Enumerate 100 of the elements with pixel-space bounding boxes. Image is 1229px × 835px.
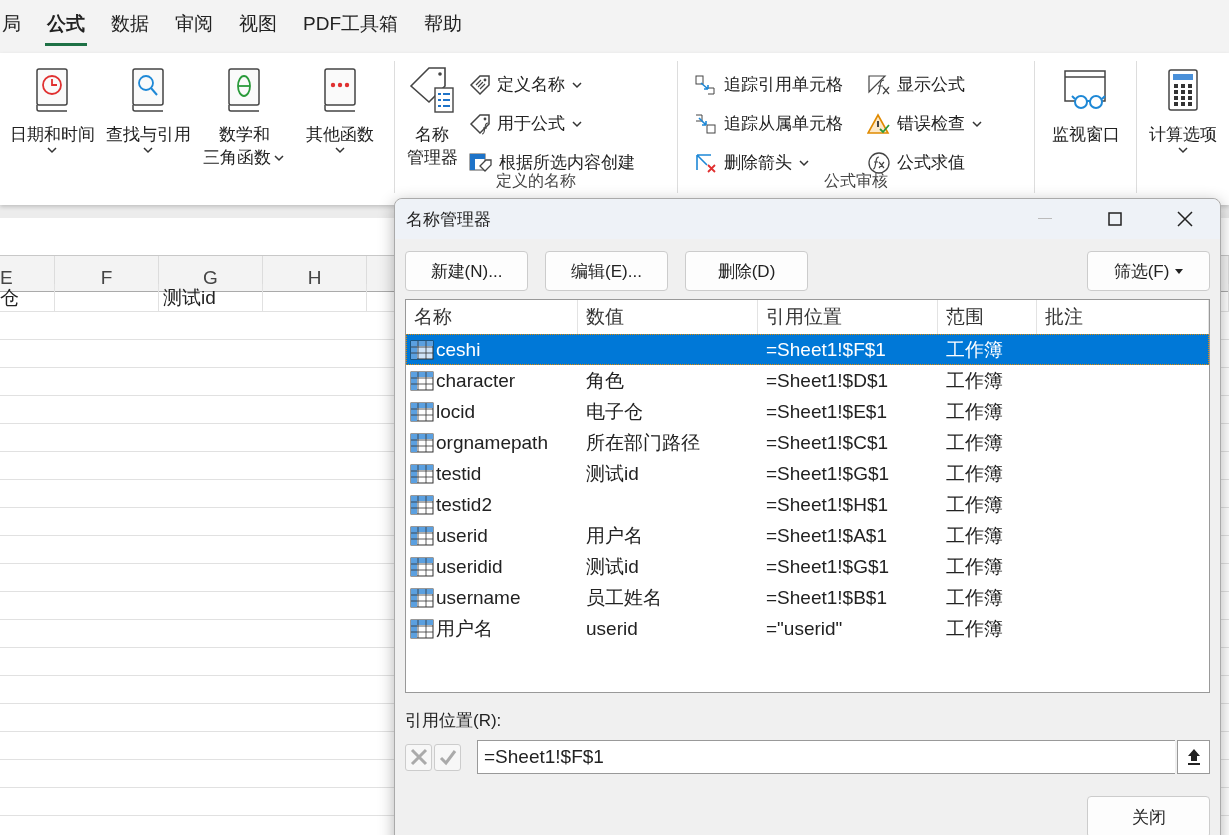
scope-text: 工作簿 [945,554,1004,579]
name-row[interactable]: character 角色 =Sheet1!$D$1 工作簿 [406,365,1209,396]
name-manager-button[interactable]: 名称 管理器 [399,61,465,173]
value-text: 测试id [585,461,640,486]
chevron-down-icon [1177,146,1189,154]
cancel-button[interactable] [405,743,432,771]
tag-icon [469,73,491,96]
table-tag-icon [469,151,493,174]
chevron-down-icon [273,153,285,162]
name-text: orgnamepath [436,431,548,454]
function-category-button[interactable]: 日期和时间 [4,61,100,158]
value-text: 员工姓名 [585,585,663,610]
dialog-button[interactable]: 删除(D) [685,251,808,291]
dialog-button[interactable]: 新建(N)... [405,251,528,291]
reference-text: =Sheet1!$E$1 [765,400,888,423]
ribbon-command-button[interactable]: 定义名称 [465,65,639,104]
name-text: username [436,586,521,609]
reference-text: =Sheet1!$B$1 [765,586,888,609]
chevron-down-icon [798,158,810,167]
name-row[interactable]: locid 电子仓 =Sheet1!$E$1 工作簿 [406,396,1209,427]
collapse-button[interactable] [1177,740,1210,774]
name-row[interactable]: testid2 =Sheet1!$H$1 工作簿 [406,489,1209,520]
value-text: 电子仓 [585,399,644,424]
group-label: 定义的名称 [495,171,577,191]
reference-text: ="userid" [765,617,844,640]
scope-text: 工作簿 [945,461,1004,486]
ribbon-command-button[interactable]: 追踪从属单元格 [690,104,847,143]
confirm-button[interactable] [434,743,461,771]
input-field[interactable]: =Sheet1!$F$1 [477,740,1175,774]
close-dialog-button[interactable]: 关闭 [1087,796,1210,835]
table-icon [410,494,434,515]
ribbon-tab[interactable]: 公式 [45,7,87,46]
name-row[interactable]: username 员工姓名 =Sheet1!$B$1 工作簿 [406,582,1209,613]
scope-text: 工作簿 [945,430,1004,455]
name-text: testid [436,462,482,485]
table-cell: 测试id [159,284,263,312]
scope-text: 工作簿 [945,585,1004,610]
scope-text: 工作簿 [945,492,1004,517]
function-category-button[interactable]: 查找与引用 [100,61,196,158]
dialog-button[interactable]: 编辑(E)... [545,251,668,291]
name-row[interactable]: 用户名 userid ="userid" 工作簿 [406,613,1209,644]
dots-book-icon [323,68,357,112]
scope-text: 工作簿 [945,368,1004,393]
ribbon-tab[interactable]: PDF工具箱 [301,7,400,46]
name-text: character [436,369,516,392]
clock-book-icon [35,68,69,112]
field-label: 引用位置(R): [405,710,503,732]
name-row[interactable]: orgnamepath 所在部门路径 =Sheet1!$C$1 工作簿 [406,427,1209,458]
scope-text: 工作簿 [945,399,1004,424]
table-icon [410,587,434,608]
name-row[interactable]: ceshi =Sheet1!$F$1 工作簿 [406,334,1209,365]
reference-text: =Sheet1!$G$1 [765,462,891,485]
name-text: locid [436,400,476,423]
trace-arrow-icon [694,112,718,135]
reference-text: =Sheet1!$A$1 [765,524,888,547]
reference-text: =Sheet1!$F$1 [765,338,887,361]
name-row[interactable]: userid 用户名 =Sheet1!$A$1 工作簿 [406,520,1209,551]
ribbon-command-button[interactable]: 追踪引用单元格 [690,65,847,104]
value-text: 角色 [585,368,625,393]
function-category-button[interactable]: 数学和 三角函数 [196,61,292,173]
calculator-icon [1168,69,1198,111]
name-text: 用户名 [436,616,493,641]
ribbon-tab[interactable]: 帮助 [422,7,464,46]
ribbon-tab[interactable]: 数据 [109,7,151,46]
watch-window-button[interactable]: 监视窗口 [1039,61,1132,150]
name-text: testid2 [436,493,492,516]
group-label: 公式审核 [823,171,889,191]
column-header[interactable]: H [263,256,367,292]
chevron-down-icon [571,119,583,128]
name-text: userid [436,524,488,547]
scope-text: 工作簿 [945,616,1004,641]
chevron-down-icon [334,146,346,154]
column-header[interactable]: F [55,256,159,292]
cross-icon [409,748,428,766]
value-text: userid [585,617,639,640]
calculation-options-button[interactable]: 计算选项 [1141,61,1225,158]
warning-check-icon [867,112,891,135]
ribbon-tab[interactable]: 视图 [237,7,279,46]
name-row[interactable]: useridid 测试id =Sheet1!$G$1 工作簿 [406,551,1209,582]
name-text: ceshi [436,338,481,361]
table-icon [410,401,434,422]
table-cell: 仓 [0,284,55,312]
scope-text: 工作簿 [945,523,1004,548]
filter-button[interactable]: 筛选(F) [1087,251,1210,291]
name-row[interactable]: testid 测试id =Sheet1!$G$1 工作簿 [406,458,1209,489]
ribbon-command-button[interactable]: 显示公式 [863,65,987,104]
reference-text: =Sheet1!$D$1 [765,369,889,392]
ribbon-tab[interactable]: 局 [0,7,23,46]
remove-arrows-icon [694,151,718,174]
ribbon-tab[interactable]: 审阅 [173,7,215,46]
ribbon-command-button[interactable]: 用于公式 [465,104,639,143]
check-icon [438,748,457,766]
tag-formula-icon [469,112,491,135]
caret-icon [1175,268,1184,274]
function-category-button[interactable]: 其他函数 [292,61,388,158]
chevron-down-icon [971,119,983,128]
table-icon [410,618,434,639]
table-icon [410,432,434,453]
value-text: 所在部门路径 [585,430,701,455]
ribbon-command-button[interactable]: 错误检查 [863,104,987,143]
